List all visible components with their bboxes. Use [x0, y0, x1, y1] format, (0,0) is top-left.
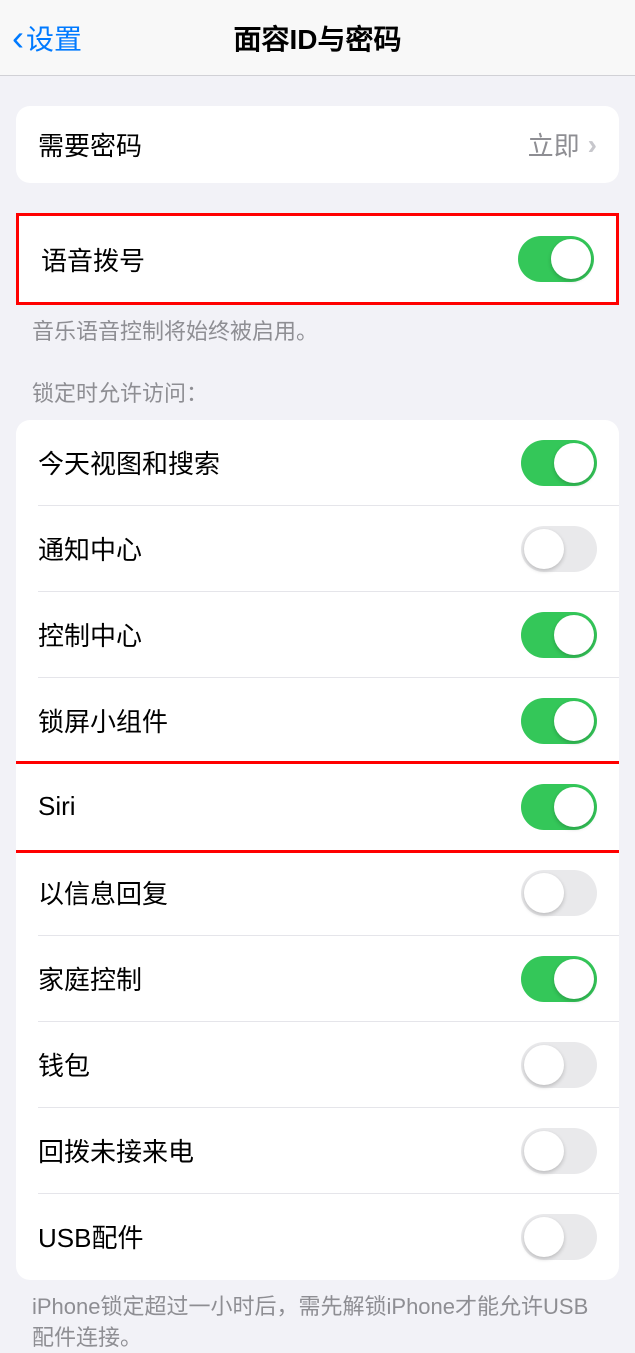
toggle-knob — [554, 443, 594, 483]
passcode-group: 需要密码 立即 › — [16, 106, 619, 183]
callback-label: 回拨未接来电 — [38, 1132, 194, 1169]
reply-message-row: 以信息回复 — [16, 850, 619, 936]
siri-row: Siri — [16, 761, 619, 853]
require-passcode-label: 需要密码 — [38, 126, 142, 163]
today-view-toggle[interactable] — [521, 440, 597, 486]
require-passcode-value: 立即 — [528, 126, 580, 163]
back-button[interactable]: ‹ 设置 — [0, 18, 82, 58]
today-view-row: 今天视图和搜索 — [16, 420, 619, 506]
toggle-knob — [524, 1217, 564, 1257]
voice-dial-group: 语音拨号 — [16, 213, 619, 305]
voice-dial-label: 语音拨号 — [41, 241, 145, 278]
toggle-knob — [554, 615, 594, 655]
toggle-knob — [551, 239, 591, 279]
reply-message-toggle[interactable] — [521, 870, 597, 916]
lock-access-footer: iPhone锁定超过一小时后，需先解锁iPhone才能允许USB配件连接。 — [0, 1280, 635, 1353]
usb-accessories-row: USB配件 — [16, 1194, 619, 1280]
siri-toggle[interactable] — [521, 784, 597, 830]
notification-center-toggle[interactable] — [521, 526, 597, 572]
control-center-toggle[interactable] — [521, 612, 597, 658]
toggle-knob — [524, 1131, 564, 1171]
chevron-left-icon: ‹ — [12, 20, 24, 56]
notification-center-label: 通知中心 — [38, 530, 142, 567]
lockscreen-widgets-label: 锁屏小组件 — [38, 702, 168, 739]
lockscreen-widgets-row: 锁屏小组件 — [16, 678, 619, 764]
lock-access-header: 锁定时允许访问： — [0, 348, 635, 414]
siri-label: Siri — [38, 791, 76, 822]
require-passcode-row[interactable]: 需要密码 立即 › — [16, 106, 619, 183]
toggle-knob — [554, 701, 594, 741]
home-control-row: 家庭控制 — [16, 936, 619, 1022]
page-title: 面容ID与密码 — [233, 18, 401, 58]
callback-row: 回拨未接来电 — [16, 1108, 619, 1194]
toggle-knob — [524, 873, 564, 913]
wallet-label: 钱包 — [38, 1046, 90, 1083]
voice-dial-footer: 音乐语音控制将始终被启用。 — [0, 305, 635, 348]
usb-accessories-label: USB配件 — [38, 1218, 143, 1255]
today-view-label: 今天视图和搜索 — [38, 444, 220, 481]
lockscreen-widgets-toggle[interactable] — [521, 698, 597, 744]
back-label: 设置 — [26, 18, 82, 58]
lock-access-group: 今天视图和搜索 通知中心 控制中心 锁屏小组件 Siri — [16, 420, 619, 1280]
toggle-knob — [554, 959, 594, 999]
control-center-label: 控制中心 — [38, 616, 142, 653]
wallet-row: 钱包 — [16, 1022, 619, 1108]
home-control-label: 家庭控制 — [38, 960, 142, 997]
home-control-toggle[interactable] — [521, 956, 597, 1002]
callback-toggle[interactable] — [521, 1128, 597, 1174]
voice-dial-toggle[interactable] — [518, 236, 594, 282]
toggle-knob — [554, 787, 594, 827]
nav-header: ‹ 设置 面容ID与密码 — [0, 0, 635, 76]
reply-message-label: 以信息回复 — [38, 874, 168, 911]
toggle-knob — [524, 529, 564, 569]
wallet-toggle[interactable] — [521, 1042, 597, 1088]
chevron-right-icon: › — [588, 129, 597, 161]
voice-dial-row: 语音拨号 — [19, 216, 616, 302]
control-center-row: 控制中心 — [16, 592, 619, 678]
notification-center-row: 通知中心 — [16, 506, 619, 592]
toggle-knob — [524, 1045, 564, 1085]
